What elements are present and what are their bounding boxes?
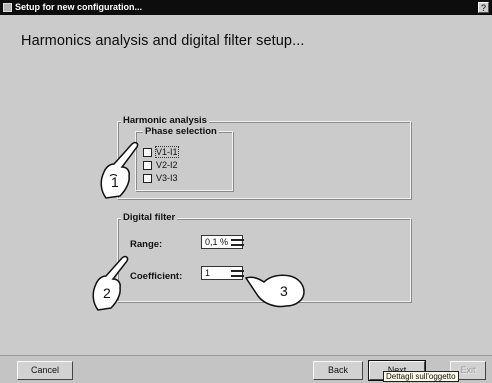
spin-down-arrow-icon[interactable]	[231, 244, 244, 246]
page-heading: Harmonics analysis and digital filter se…	[21, 33, 305, 49]
help-button[interactable]: ?	[478, 2, 489, 13]
setup-window: Setup for new configuration... ? Harmoni…	[0, 0, 492, 383]
title-bar: Setup for new configuration... ?	[0, 0, 492, 15]
callout-number-1: 1	[111, 174, 119, 190]
pointing-hand-3-icon: 3	[244, 274, 305, 308]
v3-i3-label[interactable]: V3-I3	[156, 173, 178, 183]
range-label: Range:	[130, 239, 163, 250]
digital-filter-label: Digital filter	[121, 212, 178, 223]
phase-selection-label: Phase selection	[143, 126, 219, 137]
range-spinner[interactable]	[231, 236, 244, 250]
v2-i2-label[interactable]: V2-I2	[156, 160, 178, 170]
spin-up-arrow-icon[interactable]	[231, 239, 244, 241]
pointing-hand-1-icon: 1	[100, 141, 139, 199]
callout-number-3: 3	[280, 283, 288, 299]
coefficient-spinner[interactable]	[231, 267, 244, 281]
v1-i1-label[interactable]: V1-I1	[155, 146, 179, 158]
harmonic-analysis-label: Harmonic analysis	[121, 115, 209, 126]
cancel-button[interactable]: Cancel	[17, 361, 73, 380]
spin-up-arrow-icon[interactable]	[231, 270, 244, 272]
callout-number-2: 2	[103, 285, 111, 301]
pointing-hand-2-icon: 2	[92, 255, 129, 311]
back-button[interactable]: Back	[313, 361, 363, 380]
spin-down-arrow-icon[interactable]	[231, 275, 244, 277]
tooltip: Dettagli sull'oggetto	[383, 371, 459, 382]
app-icon	[3, 3, 12, 12]
coefficient-label: Coefficient:	[130, 271, 183, 282]
window-title: Setup for new configuration...	[15, 2, 142, 12]
